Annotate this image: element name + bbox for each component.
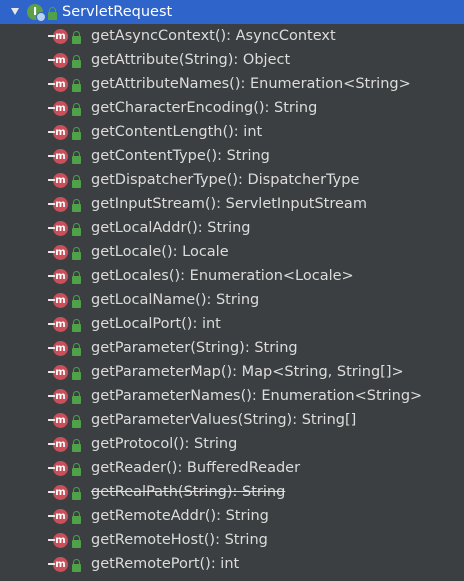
tree-node-servletrequest[interactable]: I ServletRequest (0, 0, 464, 24)
method-icon: m (48, 197, 68, 212)
method-icon: m (48, 365, 68, 380)
method-label: getLocale(): Locale (91, 244, 229, 260)
tree-item-method[interactable]: m getContentType(): String (0, 144, 464, 168)
method-icon: m (48, 173, 68, 188)
structure-tree: I ServletRequest m getAsyncContext(): Asy… (0, 0, 464, 581)
method-label: getProtocol(): String (91, 436, 238, 452)
method-label: getLocalAddr(): String (91, 220, 251, 236)
tree-item-method[interactable]: m getReader(): BufferedReader (0, 456, 464, 480)
lock-icon (72, 415, 81, 428)
tree-item-method[interactable]: m getRealPath(String): String (0, 480, 464, 504)
method-label: getInputStream(): ServletInputStream (91, 196, 367, 212)
lock-icon (72, 247, 81, 260)
lock-icon (72, 151, 81, 164)
method-label: getRemoteHost(): String (91, 532, 268, 548)
lock-icon (72, 319, 81, 332)
method-label: getCharacterEncoding(): String (91, 100, 318, 116)
method-icon: m (48, 29, 68, 44)
method-icon: m (48, 125, 68, 140)
method-label: getParameterMap(): Map<String, String[]> (91, 364, 404, 380)
tree-item-method[interactable]: m getParameter(String): String (0, 336, 464, 360)
method-icon: m (48, 413, 68, 428)
interface-icon: I (27, 4, 46, 22)
method-icon: m (48, 53, 68, 68)
lock-icon (72, 391, 81, 404)
tree-item-method[interactable]: m getLocales(): Enumeration<Locale> (0, 264, 464, 288)
method-icon: m (48, 341, 68, 356)
lock-icon (72, 367, 81, 380)
tree-item-method[interactable]: m getParameterNames(): Enumeration<String… (0, 384, 464, 408)
method-label: getDispatcherType(): DispatcherType (91, 172, 360, 188)
method-icon: m (48, 461, 68, 476)
method-label: getLocalName(): String (91, 292, 260, 308)
method-icon: m (48, 101, 68, 116)
tree-item-method[interactable]: m getRemoteHost(): String (0, 528, 464, 552)
method-icon: m (48, 485, 68, 500)
method-icon: m (48, 77, 68, 92)
tree-item-method[interactable]: m getLocalAddr(): String (0, 216, 464, 240)
lock-icon (72, 487, 81, 500)
lock-icon (48, 7, 57, 20)
lock-icon (72, 31, 81, 44)
method-icon: m (48, 509, 68, 524)
tree-item-method[interactable]: m getRemoteAddr(): String (0, 504, 464, 528)
method-icon: m (48, 389, 68, 404)
lock-icon (72, 463, 81, 476)
tree-item-method[interactable]: m getInputStream(): ServletInputStream (0, 192, 464, 216)
lock-icon (72, 295, 81, 308)
method-label: getReader(): BufferedReader (91, 460, 301, 476)
lock-icon (72, 55, 81, 68)
tree-item-method[interactable]: m getCharacterEncoding(): String (0, 96, 464, 120)
tree-node-label: ServletRequest (62, 4, 173, 20)
tree-item-method[interactable]: m getParameterValues(String): String[] (0, 408, 464, 432)
method-label: getRealPath(String): String (91, 484, 286, 500)
method-label: getRemotePort(): int (91, 556, 240, 572)
lock-icon (72, 439, 81, 452)
lock-icon (72, 535, 81, 548)
lock-icon (72, 103, 81, 116)
method-label: getAttributeNames(): Enumeration<String> (91, 76, 411, 92)
method-label: getParameterNames(): Enumeration<String> (91, 388, 423, 404)
tree-item-method[interactable]: m getParameterMap(): Map<String, String[]… (0, 360, 464, 384)
tree-item-method[interactable]: m getAttributeNames(): Enumeration<String… (0, 72, 464, 96)
tree-item-method[interactable]: m getRemotePort(): int (0, 552, 464, 576)
tree-item-method[interactable]: m getLocalPort(): int (0, 312, 464, 336)
lock-icon (72, 559, 81, 572)
tree-item-method[interactable]: m getAsyncContext(): AsyncContext (0, 24, 464, 48)
lock-icon (72, 175, 81, 188)
method-icon: m (48, 557, 68, 572)
expand-arrow-icon[interactable] (11, 8, 19, 15)
tree-item-method[interactable]: m getContentLength(): int (0, 120, 464, 144)
method-icon: m (48, 245, 68, 260)
method-icon: m (48, 437, 68, 452)
method-label: getAttribute(String): Object (91, 52, 291, 68)
method-label: getLocales(): Enumeration<Locale> (91, 268, 354, 284)
method-label: getContentType(): String (91, 148, 270, 164)
lock-icon (72, 271, 81, 284)
method-icon: m (48, 269, 68, 284)
tree-item-method[interactable]: m getProtocol(): String (0, 432, 464, 456)
method-icon: m (48, 533, 68, 548)
method-label: getParameterValues(String): String[] (91, 412, 357, 428)
tree-item-method[interactable]: m getDispatcherType(): DispatcherType (0, 168, 464, 192)
lock-icon (72, 223, 81, 236)
method-icon: m (48, 317, 68, 332)
method-list: m getAsyncContext(): AsyncContext m getAttr… (0, 24, 464, 576)
method-label: getContentLength(): int (91, 124, 263, 140)
lock-icon (72, 127, 81, 140)
lock-icon (72, 199, 81, 212)
lock-icon (72, 511, 81, 524)
tree-item-method[interactable]: m getAttribute(String): Object (0, 48, 464, 72)
method-icon: m (48, 221, 68, 236)
method-label: getAsyncContext(): AsyncContext (91, 28, 336, 44)
lock-icon (72, 343, 81, 356)
method-icon: m (48, 149, 68, 164)
method-label: getRemoteAddr(): String (91, 508, 269, 524)
method-label: getLocalPort(): int (91, 316, 221, 332)
tree-item-method[interactable]: m getLocale(): Locale (0, 240, 464, 264)
tree-item-method[interactable]: m getLocalName(): String (0, 288, 464, 312)
method-icon: m (48, 293, 68, 308)
method-label: getParameter(String): String (91, 340, 298, 356)
lock-icon (72, 79, 81, 92)
